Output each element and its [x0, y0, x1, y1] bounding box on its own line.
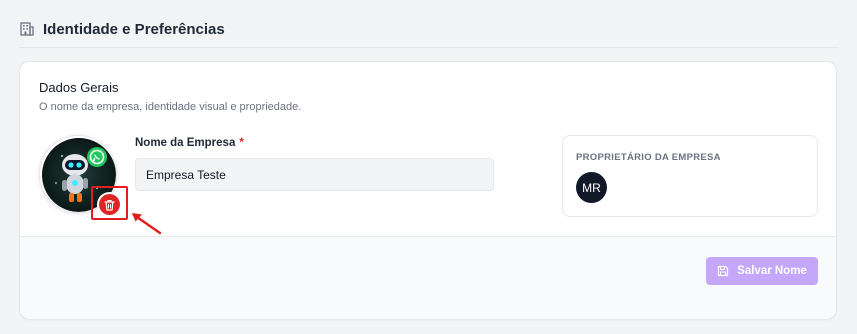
delete-highlight-box [91, 186, 128, 220]
save-icon [718, 265, 729, 277]
page-title: Identidade e Preferências [43, 21, 225, 38]
owner-box: PROPRIETÁRIO DA EMPRESA MR [562, 135, 818, 217]
company-name-input[interactable] [135, 158, 494, 191]
owner-avatar: MR [576, 172, 607, 203]
building-icon [20, 22, 34, 36]
trash-icon [104, 199, 115, 211]
annotation-arrow [132, 213, 162, 235]
owner-title: PROPRIETÁRIO DA EMPRESA [576, 152, 721, 163]
save-name-button[interactable]: Salvar Nome [706, 257, 818, 285]
page-header: Identidade e Preferências [19, 18, 839, 48]
company-name-label: Nome da Empresa * [135, 137, 244, 149]
card-description: O nome da empresa, identidade visual e p… [39, 101, 302, 113]
card-footer: Salvar Nome [20, 237, 836, 319]
general-data-card: Dados Gerais O nome da empresa, identida… [19, 61, 837, 319]
card-title: Dados Gerais [39, 80, 119, 95]
save-button-label: Salvar Nome [737, 265, 807, 277]
delete-logo-button[interactable] [99, 194, 120, 215]
required-mark: * [239, 137, 244, 149]
company-name-label-text: Nome da Empresa [135, 137, 236, 149]
